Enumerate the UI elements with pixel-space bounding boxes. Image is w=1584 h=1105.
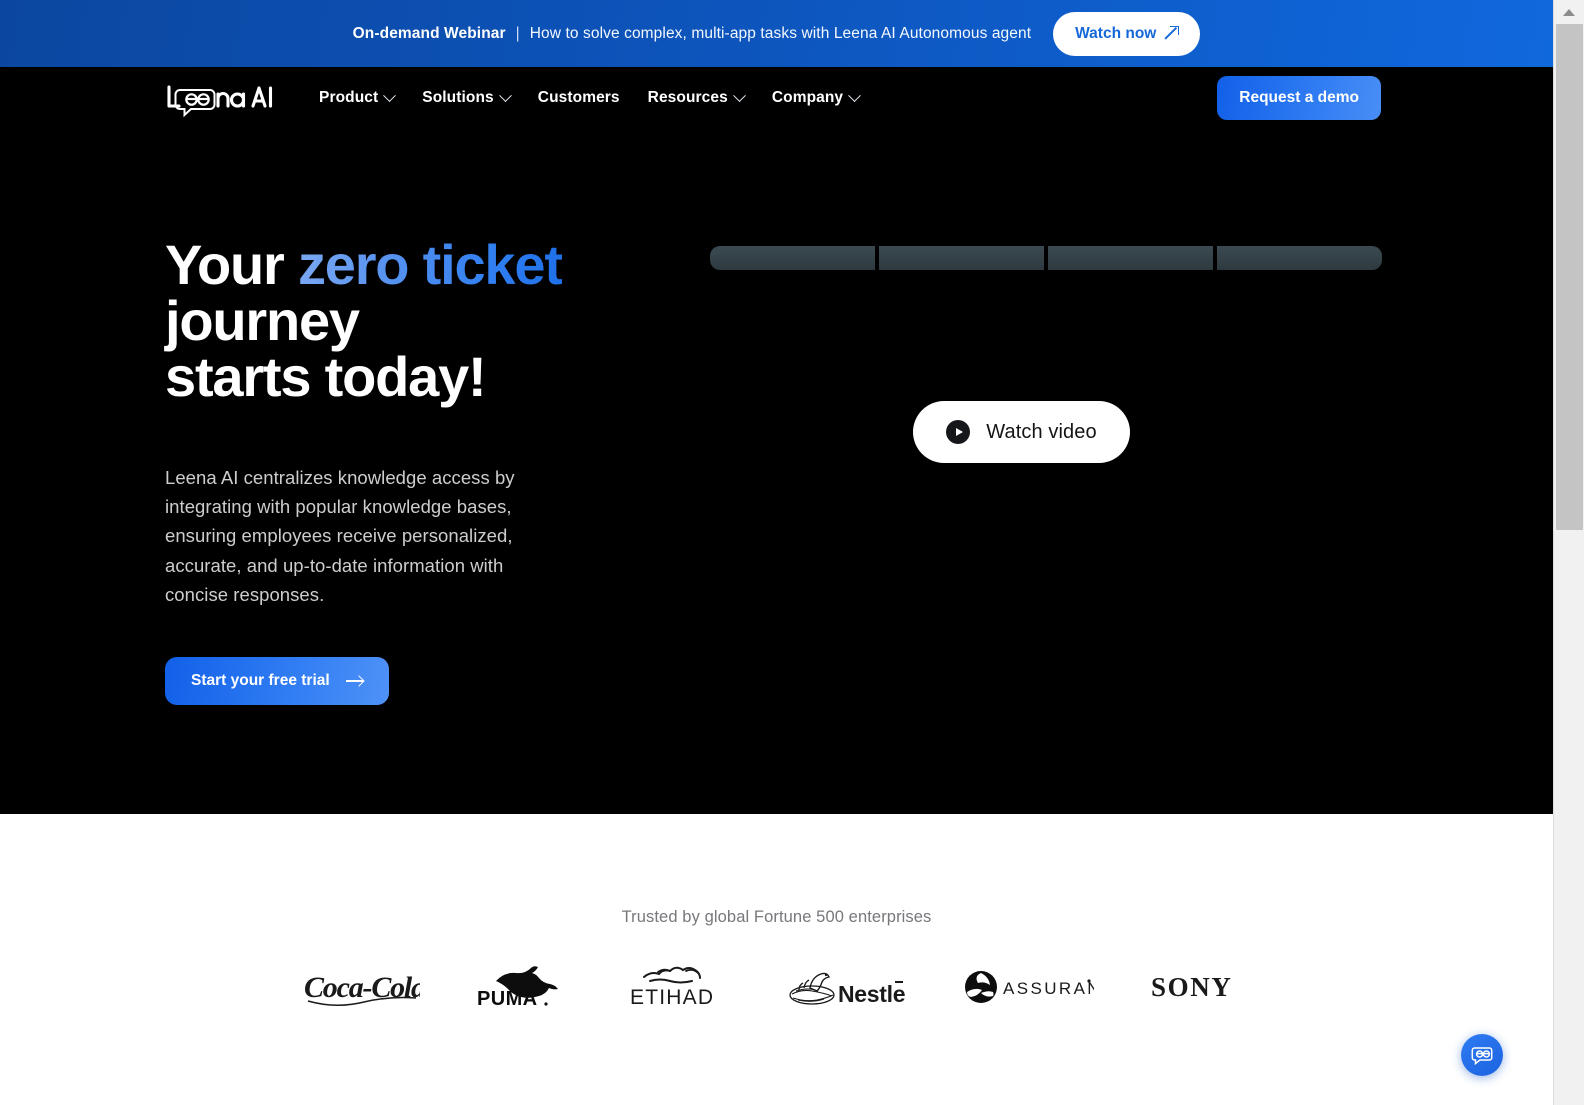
chevron-down-icon (383, 88, 397, 102)
skeleton-bar (879, 246, 1044, 270)
watch-now-button[interactable]: Watch now (1053, 11, 1201, 56)
nav-item-resources-label: Resources (647, 89, 728, 106)
scrollbar-track[interactable] (1554, 24, 1584, 1105)
svg-text:ASSURANT: ASSURANT (1003, 979, 1094, 998)
watch-video-button[interactable]: Watch video (913, 401, 1130, 463)
nav-item-company[interactable]: Company (758, 81, 873, 115)
promo-banner-eyebrow: On-demand Webinar (352, 24, 506, 42)
video-skeleton-placeholder (710, 246, 1382, 270)
browser-viewport: On-demand Webinar | How to solve complex… (0, 0, 1553, 1105)
etihad-logo: ETIHAD (628, 961, 732, 1013)
svg-text:Nestle: Nestle (838, 981, 905, 1007)
trusted-by-title: Trusted by global Fortune 500 enterprise… (621, 908, 932, 926)
chevron-down-icon (498, 88, 512, 102)
promo-banner-content: On-demand Webinar | How to solve complex… (353, 11, 1201, 56)
chat-bubble-icon (1471, 1047, 1493, 1066)
hero-heading: Your zero ticket journey starts today! (165, 237, 685, 405)
svg-text:ETIHAD: ETIHAD (630, 986, 714, 1009)
nav-item-solutions[interactable]: Solutions (408, 81, 524, 115)
start-free-trial-label: Start your free trial (191, 672, 330, 690)
watch-video-label: Watch video (986, 420, 1097, 443)
start-free-trial-button[interactable]: Start your free trial (165, 657, 389, 706)
trusted-by-section: Trusted by global Fortune 500 enterprise… (0, 814, 1553, 1013)
chevron-up-icon (1563, 8, 1575, 16)
promo-banner-text: On-demand Webinar | How to solve complex… (353, 25, 1031, 43)
coca-cola-logo: Coca-Cola (302, 961, 420, 1013)
play-circle-icon (946, 420, 971, 444)
hero-left-column: Your zero ticket journey starts today! L… (165, 237, 685, 706)
hero-heading-line-1: Your zero ticket (165, 237, 685, 293)
hero-heading-line-3: starts today! (165, 345, 487, 408)
scrollbar-thumb[interactable] (1556, 24, 1583, 530)
hero-paragraph: Leena AI centralizes knowledge access by… (165, 467, 515, 605)
promo-banner-description: How to solve complex, multi-app tasks wi… (529, 24, 1032, 42)
puma-logo: PUMA (476, 961, 572, 1013)
nav-item-resources[interactable]: Resources (634, 81, 758, 115)
hero-content: Your zero ticket journey starts today! L… (0, 237, 1553, 706)
leena-ai-logo[interactable] (165, 78, 277, 118)
hero-section: Product Solutions Customers Resources Co… (0, 67, 1553, 814)
arrow-right-icon (345, 676, 363, 686)
svg-text:Coca-Cola: Coca-Cola (304, 971, 420, 1004)
hero-heading-highlight: zero ticket (297, 233, 563, 296)
nestle-logo: Nestle (788, 961, 906, 1013)
hero-heading-plain: Your (165, 233, 298, 296)
page-scrollbar[interactable] (1553, 0, 1584, 1105)
sony-logo: SONY (1150, 961, 1252, 1013)
hero-right-column: Watch video (685, 237, 1388, 705)
watch-now-label: Watch now (1075, 24, 1157, 42)
nav-item-product[interactable]: Product (305, 81, 408, 115)
promo-banner: On-demand Webinar | How to solve complex… (0, 0, 1553, 67)
nav-item-solutions-label: Solutions (422, 89, 494, 106)
main-navigation: Product Solutions Customers Resources Co… (0, 67, 1553, 129)
arrow-up-right-icon (1165, 26, 1180, 40)
chevron-down-icon (732, 88, 746, 102)
chat-widget-button[interactable] (1461, 1034, 1503, 1076)
promo-banner-separator: | (515, 24, 520, 42)
hero-heading-line-2: journey (165, 289, 360, 352)
nav-links: Product Solutions Customers Resources Co… (305, 81, 1217, 115)
skeleton-bar (710, 246, 875, 270)
scrollbar-up-button[interactable] (1554, 0, 1584, 24)
svg-text:SONY: SONY (1151, 972, 1232, 1002)
play-triangle (955, 428, 963, 436)
skeleton-bar (1048, 246, 1213, 270)
svg-text:PUMA: PUMA (477, 988, 538, 1009)
chevron-down-icon (848, 88, 862, 102)
client-logos-row: Coca-Cola PUMA ETIHAD Nestle ASSURA SONY (0, 961, 1553, 1013)
nav-item-customers[interactable]: Customers (524, 81, 634, 115)
nav-item-company-label: Company (771, 89, 844, 106)
watch-video-container: Watch video (685, 401, 1388, 463)
nav-item-customers-label: Customers (537, 89, 620, 106)
skeleton-bar (1217, 246, 1382, 270)
request-demo-button[interactable]: Request a demo (1217, 76, 1381, 120)
assurant-logo: ASSURANT (962, 961, 1094, 1013)
nav-item-product-label: Product (319, 89, 379, 106)
page-root: On-demand Webinar | How to solve complex… (0, 0, 1584, 1105)
